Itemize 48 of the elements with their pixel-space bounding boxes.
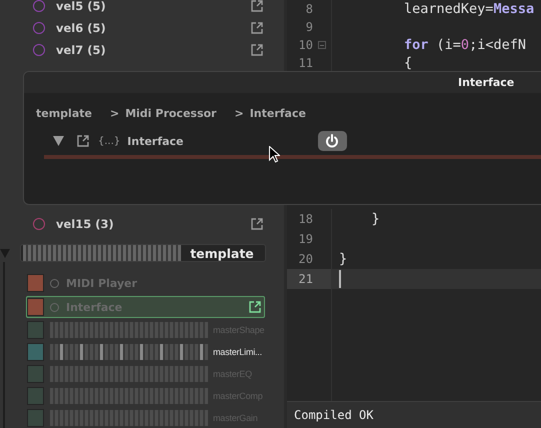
- external-link-icon[interactable]: [251, 44, 263, 56]
- code-line: }: [370, 211, 380, 227]
- line-number: 19: [298, 232, 313, 246]
- bypass-icon[interactable]: [50, 302, 59, 312]
- breadcrumb-separator: >: [110, 107, 120, 120]
- bypass-icon[interactable]: [50, 278, 59, 288]
- color-swatch[interactable]: [27, 321, 44, 339]
- power-icon: [325, 134, 340, 148]
- external-link-icon[interactable]: [77, 135, 89, 147]
- window-title: Interface: [458, 76, 514, 89]
- processor-name: Interface: [127, 134, 184, 148]
- line-number: 8: [304, 2, 313, 16]
- status-bar: Compiled OK: [287, 401, 541, 428]
- container-header[interactable]: template: [20, 244, 266, 262]
- external-link-icon[interactable]: [251, 0, 263, 12]
- color-swatch[interactable]: [27, 409, 44, 427]
- code-line: for (i=0;i<defN: [403, 37, 526, 53]
- color-swatch[interactable]: [27, 274, 44, 292]
- line-number: 20: [298, 252, 313, 266]
- voice-label[interactable]: vel7 (5): [56, 43, 251, 57]
- code-line: }: [339, 251, 348, 267]
- external-link-icon[interactable]: [251, 22, 263, 34]
- line-number: 11: [298, 56, 313, 70]
- cursor-icon: [269, 146, 280, 163]
- line-number: 10: [298, 38, 313, 52]
- power-button[interactable]: [318, 131, 347, 151]
- color-swatch[interactable]: [27, 365, 44, 383]
- voice-label[interactable]: vel15 (3): [56, 217, 251, 231]
- text-cursor: [339, 270, 341, 288]
- line-number: 21: [298, 272, 313, 286]
- breadcrumb-link[interactable]: template: [36, 107, 92, 120]
- external-link-icon[interactable]: [249, 301, 261, 313]
- breadcrumb-separator: >: [234, 107, 244, 120]
- color-swatch[interactable]: [27, 298, 44, 316]
- fold-icon[interactable]: [318, 41, 326, 49]
- effect-name[interactable]: masterLimi...: [213, 347, 262, 357]
- voice-label[interactable]: vel5 (5): [56, 0, 251, 13]
- collapse-arrow-icon[interactable]: [53, 136, 64, 146]
- breadcrumb-link[interactable]: Midi Processor: [125, 107, 216, 120]
- line-number: 18: [298, 212, 313, 226]
- external-link-icon[interactable]: [251, 218, 263, 230]
- color-swatch[interactable]: [27, 343, 44, 361]
- script-icon: {...}: [98, 136, 120, 146]
- code-line: {: [403, 55, 412, 71]
- voice-label[interactable]: vel6 (5): [56, 21, 251, 35]
- line-number: 9: [304, 20, 313, 34]
- code-line: learnedKey=Messa: [403, 1, 534, 17]
- color-swatch[interactable]: [27, 387, 44, 405]
